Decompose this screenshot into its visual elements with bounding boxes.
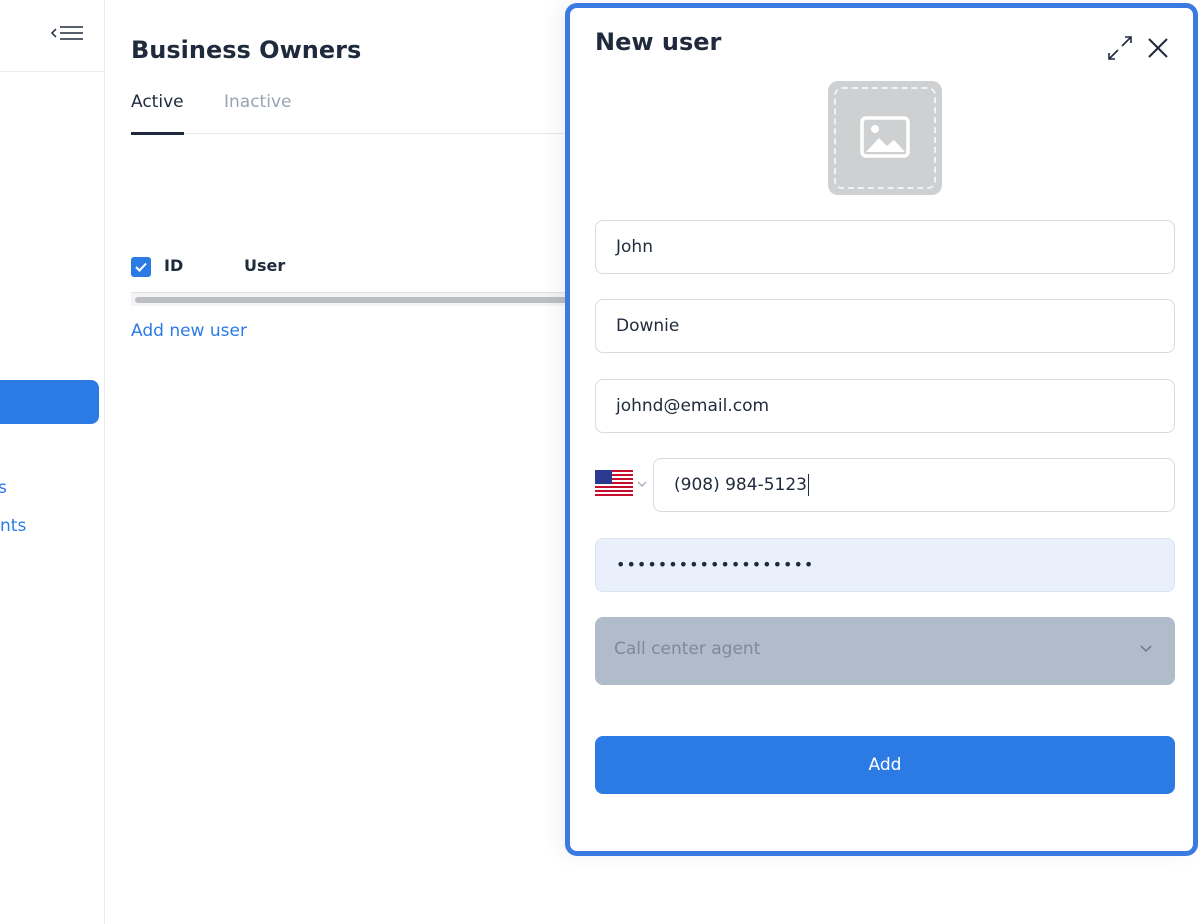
sidebar-item-label[interactable]: s [0, 478, 7, 498]
role-select[interactable]: Call center agent [595, 617, 1175, 685]
sidebar: s nts [0, 0, 105, 924]
sidebar-item-label[interactable]: nts [0, 516, 26, 536]
email-field[interactable]: johnd@email.com [595, 379, 1175, 433]
column-header-id[interactable]: ID [164, 256, 183, 275]
role-select-value: Call center agent [614, 639, 761, 659]
chevron-down-icon [637, 481, 647, 487]
image-icon [860, 116, 910, 158]
tab-active[interactable]: Active [131, 92, 184, 135]
password-field[interactable]: ••••••••••••••••••• [595, 538, 1175, 592]
country-code-select[interactable] [595, 468, 653, 498]
select-all-checkbox[interactable] [131, 257, 151, 277]
phone-field[interactable]: (908) 984-5123 [653, 458, 1175, 512]
us-flag-icon [595, 470, 633, 496]
tab-inactive[interactable]: Inactive [224, 92, 291, 134]
close-icon[interactable] [1145, 33, 1171, 63]
avatar-upload[interactable] [828, 81, 942, 195]
chevron-down-icon [1140, 645, 1152, 653]
expand-icon[interactable] [1105, 33, 1135, 63]
text-caret [807, 474, 809, 496]
main-content: Business Owners Active Inactive ID User … [106, 0, 591, 924]
collapse-menu-icon[interactable] [50, 22, 86, 46]
sidebar-header [0, 0, 105, 72]
phone-value: (908) 984-5123 [674, 475, 807, 495]
table-header: ID User [131, 250, 591, 290]
scrollbar-thumb[interactable] [135, 297, 575, 303]
add-new-user-link[interactable]: Add new user [131, 321, 247, 341]
tabs: Active Inactive [131, 92, 591, 135]
check-icon [135, 262, 147, 272]
new-user-drawer: New user John Downie johnd@email.com (90… [565, 3, 1198, 856]
column-header-user[interactable]: User [244, 256, 285, 275]
drawer-title: New user [595, 28, 722, 56]
last-name-field[interactable]: Downie [595, 299, 1175, 353]
add-button[interactable]: Add [595, 736, 1175, 794]
horizontal-scrollbar[interactable] [131, 292, 576, 306]
sidebar-item-active[interactable] [0, 380, 99, 424]
first-name-field[interactable]: John [595, 220, 1175, 274]
page-title: Business Owners [131, 36, 362, 64]
